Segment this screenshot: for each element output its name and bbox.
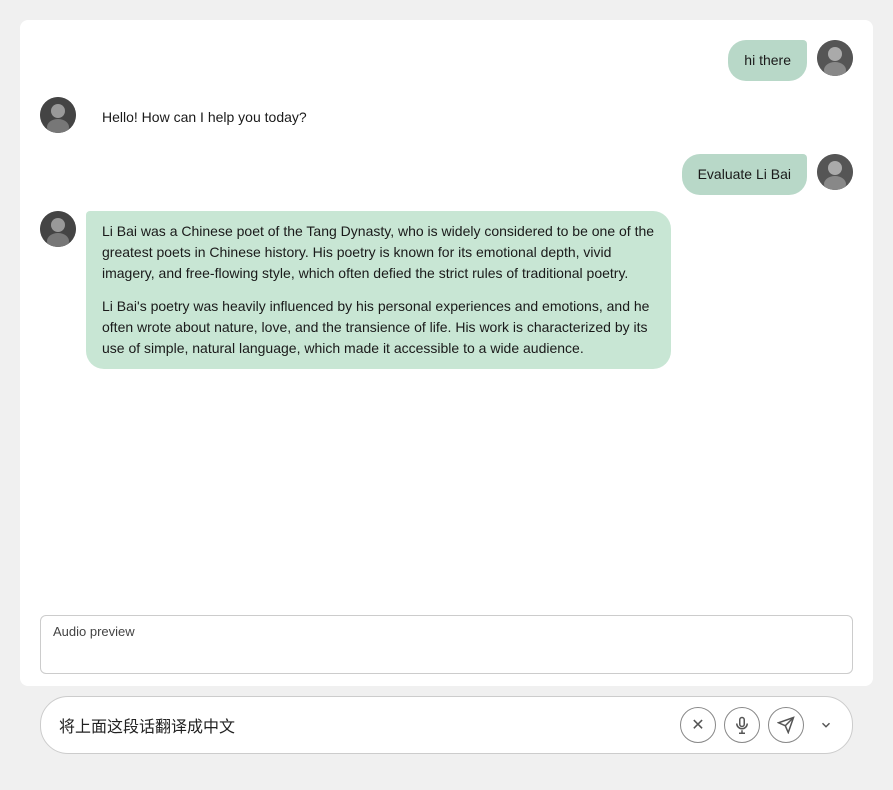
bot-bubble-1: Hello! How can I help you today?	[86, 97, 323, 138]
expand-button[interactable]	[812, 707, 840, 743]
user-bubble-2: Evaluate Li Bai	[682, 154, 807, 195]
mic-icon	[733, 716, 751, 734]
mic-button[interactable]	[724, 707, 760, 743]
bot-avatar-1	[40, 97, 76, 133]
bot-message-1-text: Hello! How can I help you today?	[102, 109, 307, 125]
input-area: ✕	[20, 686, 873, 770]
clear-icon: ✕	[691, 715, 704, 735]
chevron-down-icon	[819, 718, 833, 732]
send-icon	[777, 716, 795, 734]
chat-panel: hi there Hello! How can I help you today…	[20, 20, 873, 686]
user-avatar-2	[817, 154, 853, 190]
message-row-bot-1: Hello! How can I help you today?	[40, 97, 853, 138]
user-message-1-text: hi there	[744, 52, 791, 68]
bot-message-2-para1: Li Bai was a Chinese poet of the Tang Dy…	[102, 221, 655, 284]
user-bubble-1: hi there	[728, 40, 807, 81]
clear-button[interactable]: ✕	[680, 707, 716, 743]
message-row-bot-2: Li Bai was a Chinese poet of the Tang Dy…	[40, 211, 853, 369]
bot-bubble-2: Li Bai was a Chinese poet of the Tang Dy…	[86, 211, 671, 369]
message-row-user-2: Evaluate Li Bai	[40, 154, 853, 195]
bot-avatar-2	[40, 211, 76, 247]
bot-message-2-para2: Li Bai's poetry was heavily influenced b…	[102, 296, 655, 359]
message-input[interactable]	[59, 716, 672, 734]
user-avatar-1	[817, 40, 853, 76]
messages-area[interactable]: hi there Hello! How can I help you today…	[20, 20, 873, 615]
send-button[interactable]	[768, 707, 804, 743]
message-row-user-1: hi there	[40, 40, 853, 81]
audio-preview-section: Audio preview	[40, 615, 853, 674]
app-container: hi there Hello! How can I help you today…	[0, 0, 893, 790]
input-bar: ✕	[40, 696, 853, 754]
user-message-2-text: Evaluate Li Bai	[698, 166, 791, 182]
audio-preview-label: Audio preview	[53, 624, 840, 639]
